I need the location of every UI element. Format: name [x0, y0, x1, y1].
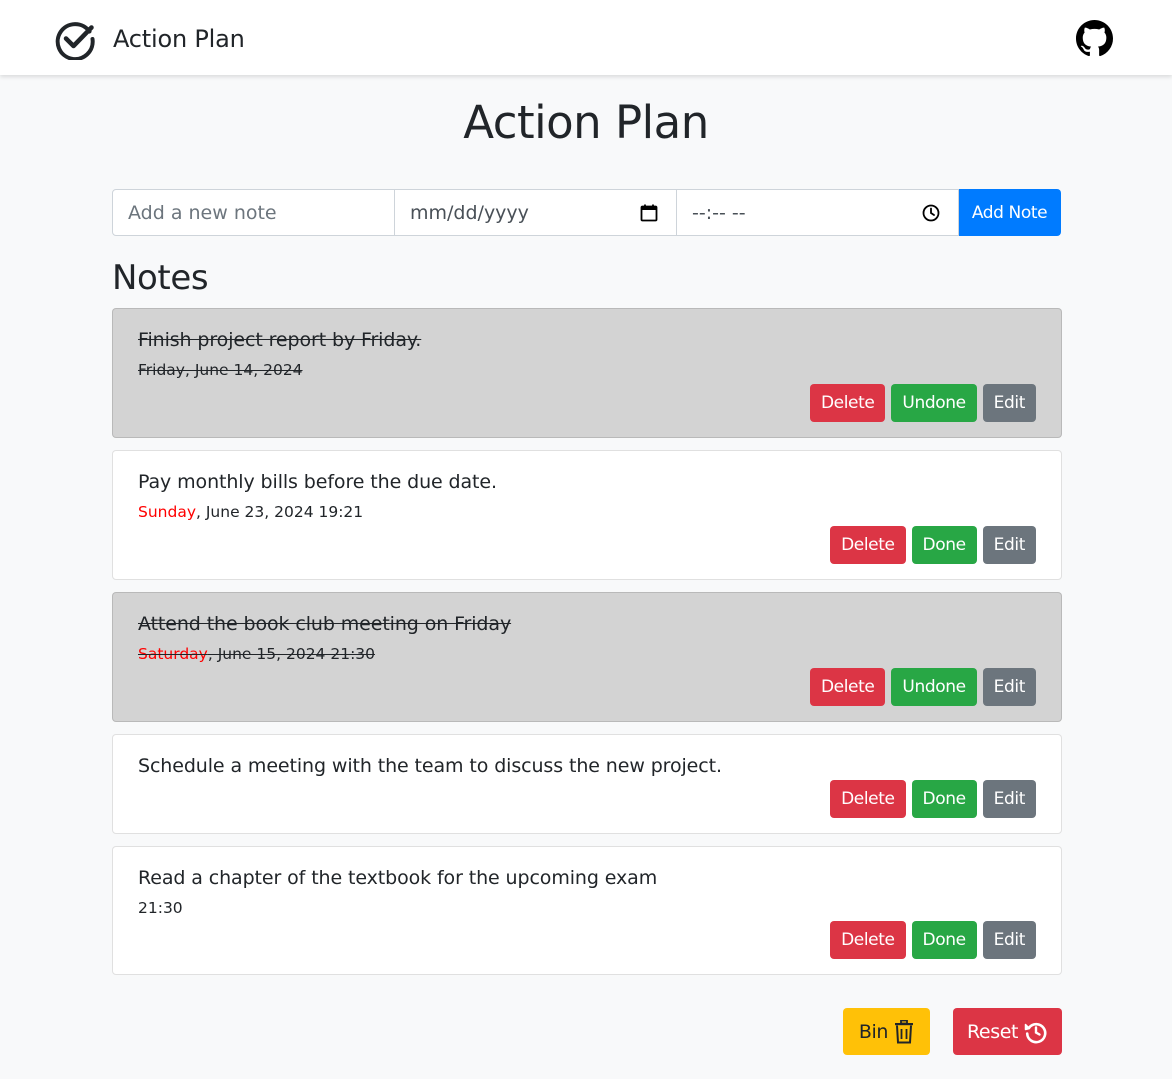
note-date-text: , June 23, 2024 19:21 — [196, 503, 364, 521]
note-text: Schedule a meeting with the team to disc… — [138, 755, 722, 777]
history-icon — [1024, 1022, 1047, 1043]
edit-button[interactable]: Edit — [982, 921, 1036, 959]
calendar-icon[interactable] — [639, 203, 659, 223]
date-placeholder: mm/dd/yyyy — [410, 201, 529, 224]
note-date-text: , June 15, 2024 21:30 — [207, 645, 376, 663]
edit-button[interactable]: Edit — [982, 526, 1036, 564]
bin-button[interactable]: Bin — [843, 1008, 930, 1055]
note-date: Friday, June 14, 2024 — [138, 361, 303, 379]
note-actions: Delete Undone Edit — [809, 668, 1036, 706]
note-card: Finish project report by Friday. Friday,… — [112, 308, 1062, 438]
note-input[interactable]: Add a new note — [112, 189, 395, 236]
done-button[interactable]: Done — [911, 921, 977, 959]
delete-button[interactable]: Delete — [830, 780, 906, 818]
check-circle-icon — [55, 22, 95, 60]
note-date-day: Saturday — [138, 645, 208, 663]
clock-icon[interactable] — [921, 203, 941, 223]
note-actions: Delete Done Edit — [830, 780, 1036, 818]
note-date: 21:30 — [138, 899, 183, 917]
edit-button[interactable]: Edit — [982, 384, 1036, 422]
brand-title: Action Plan — [113, 25, 245, 53]
note-actions: Delete Undone Edit — [809, 384, 1036, 422]
github-icon[interactable] — [1076, 20, 1113, 57]
note-actions: Delete Done Edit — [830, 921, 1036, 959]
done-button[interactable]: Done — [911, 780, 977, 818]
note-card: Attend the book club meeting on Friday S… — [112, 592, 1062, 722]
time-input[interactable]: --:-- -- — [676, 189, 959, 236]
notes-heading: Notes — [112, 258, 209, 298]
page-title: Action Plan — [463, 96, 709, 149]
delete-button[interactable]: Delete — [809, 668, 886, 706]
note-date: Saturday, June 15, 2024 21:30 — [138, 645, 375, 663]
note-date-day: Sunday — [138, 503, 196, 521]
brand[interactable]: Action Plan — [54, 18, 245, 60]
note-date-text: Friday, June 14, 2024 — [138, 361, 303, 379]
note-actions: Delete Done Edit — [830, 526, 1036, 564]
trash-icon — [895, 1019, 914, 1043]
edit-button[interactable]: Edit — [982, 780, 1036, 818]
reset-button[interactable]: Reset — [953, 1008, 1062, 1055]
note-card: Schedule a meeting with the team to disc… — [112, 734, 1062, 834]
note-text: Read a chapter of the textbook for the u… — [138, 867, 658, 889]
add-note-button[interactable]: Add Note — [958, 189, 1061, 236]
done-button[interactable]: Done — [911, 526, 977, 564]
undone-button[interactable]: Undone — [891, 384, 977, 422]
note-date: Sunday, June 23, 2024 19:21 — [138, 503, 363, 521]
undone-button[interactable]: Undone — [891, 668, 977, 706]
time-placeholder: --:-- -- — [692, 201, 746, 224]
note-card: Read a chapter of the textbook for the u… — [112, 846, 1062, 975]
bin-label: Bin — [858, 1020, 889, 1043]
note-text: Pay monthly bills before the due date. — [138, 471, 497, 493]
reset-label: Reset — [966, 1020, 1019, 1043]
date-input[interactable]: mm/dd/yyyy — [394, 189, 677, 236]
navbar: Action Plan — [0, 0, 1172, 75]
delete-button[interactable]: Delete — [830, 526, 906, 564]
note-text: Finish project report by Friday. — [138, 329, 422, 351]
note-date-text: 21:30 — [138, 899, 183, 917]
delete-button[interactable]: Delete — [809, 384, 886, 422]
note-card: Pay monthly bills before the due date. S… — [112, 450, 1062, 580]
add-note-form: Add a new note mm/dd/yyyy --:-- -- Add N… — [112, 189, 1061, 236]
delete-button[interactable]: Delete — [830, 921, 906, 959]
note-text: Attend the book club meeting on Friday — [138, 613, 512, 635]
edit-button[interactable]: Edit — [982, 668, 1036, 706]
